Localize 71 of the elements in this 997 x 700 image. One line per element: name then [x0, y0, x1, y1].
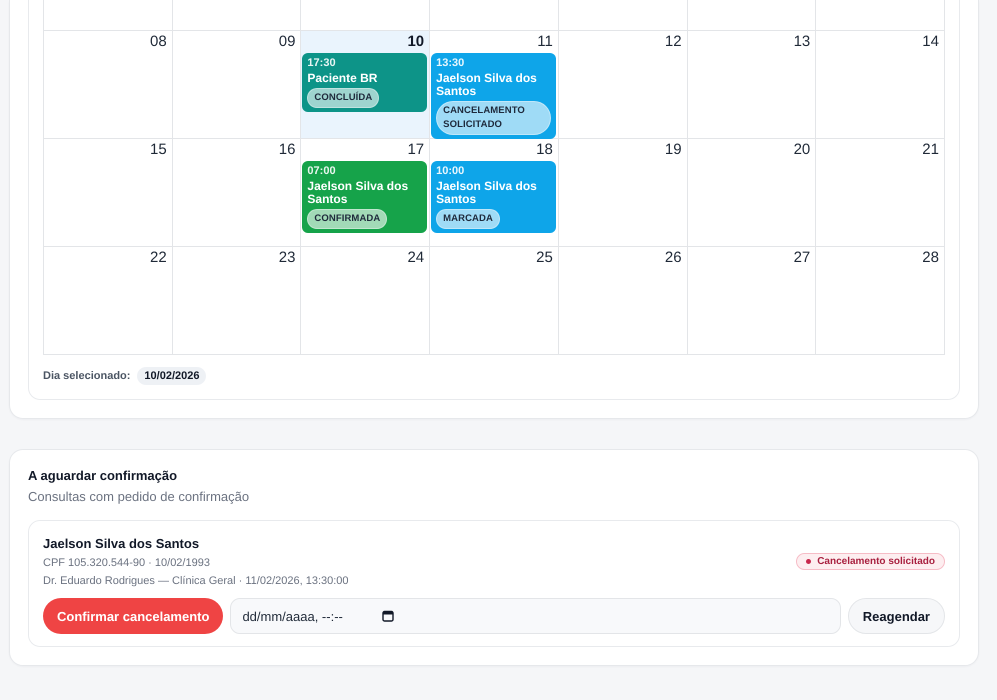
patient-name: Jaelson Silva dos Santos	[43, 535, 200, 552]
day-cell[interactable]: 10 17:30 Paciente BR CONCLUÍDA	[301, 31, 430, 139]
day-number: 15	[150, 141, 167, 159]
day-cell[interactable]: 13	[688, 31, 816, 139]
day-cell[interactable]: 16	[172, 139, 302, 247]
day-number: 19	[664, 141, 682, 159]
day-number: 08	[150, 33, 167, 51]
section-title: A aguardar confirmação	[28, 467, 178, 485]
patient-details: CPF 105.320.544-90 · 10/02/1993	[43, 556, 211, 570]
day-number: 11	[537, 33, 553, 51]
day-number: 26	[664, 249, 682, 267]
appointment-card[interactable]: 17:30 Paciente BR CONCLUÍDA	[302, 53, 428, 112]
status-badge: CONFIRMADA	[307, 209, 388, 229]
day-cell[interactable]: 17 07:00 Jaelson Silva dos Santos CONFIRMADA	[301, 139, 430, 247]
day-cell[interactable]: 20	[688, 139, 816, 247]
day-cell[interactable]: 21	[816, 139, 945, 247]
day-number: 16	[278, 141, 296, 159]
status-badge: CONCLUÍDA	[307, 88, 380, 108]
day-cell[interactable]: 11 13:30 Jaelson Silva dos Santos CANCELAMENTO SOLICITADO	[430, 31, 559, 139]
selected-date-label: Dia selecionado:	[43, 370, 130, 382]
day-number: 10	[407, 33, 424, 51]
day-cell[interactable]: 08	[44, 31, 173, 139]
day-cell[interactable]: 28	[816, 247, 945, 355]
status-badge: CANCELAMENTO SOLICITADO	[436, 101, 551, 135]
day-number: 23	[278, 249, 296, 267]
status-dot-icon	[806, 559, 812, 564]
status-text: Cancelamento solicitado	[817, 556, 935, 567]
day-number: 13	[794, 33, 810, 51]
day-cell[interactable]: 18 10:00 Jaelson Silva dos Santos MARCADA	[430, 139, 559, 247]
day-number: 20	[794, 141, 810, 159]
appointment-card[interactable]: 10:00 Jaelson Silva dos Santos MARCADA	[431, 161, 556, 233]
day-cell[interactable]: 19	[558, 139, 688, 247]
day-number: 28	[922, 249, 939, 267]
selected-date-badge: 10/02/2026	[137, 367, 206, 385]
day-number: 18	[536, 141, 553, 159]
patient-name: Jaelson Silva dos Santos	[436, 72, 538, 98]
appointment-time: 13:30	[436, 57, 464, 70]
day-number: 27	[794, 249, 810, 267]
appointment-card[interactable]: 07:00 Jaelson Silva dos Santos CONFIRMADA	[302, 161, 428, 233]
day-cell[interactable]: 12	[558, 31, 688, 139]
day-number: 12	[664, 33, 682, 51]
day-cell[interactable]: 22	[44, 247, 173, 355]
status-badge: MARCADA	[436, 209, 500, 229]
day-number: 09	[278, 33, 296, 51]
confirm-cancellation-button[interactable]: Confirmar cancelamento	[43, 598, 224, 634]
day-number: 24	[407, 249, 424, 267]
appointment-time: 17:30	[307, 57, 336, 70]
patient-name: Paciente BR	[307, 72, 378, 85]
day-number: 25	[536, 249, 553, 267]
day-cell[interactable]: 26	[558, 247, 688, 355]
day-number: 14	[922, 33, 939, 51]
appointment-time: 07:00	[307, 165, 336, 178]
patient-name: Jaelson Silva dos Santos	[436, 180, 538, 206]
day-cell[interactable]: 14	[816, 31, 945, 139]
day-cell[interactable]: 24	[301, 247, 430, 355]
day-cell[interactable]: 09	[172, 31, 302, 139]
day-cell[interactable]: 23	[172, 247, 302, 355]
datetime-field[interactable]: dd/mm/aaaa, --:--	[230, 598, 841, 634]
day-cell[interactable]: 25	[430, 247, 559, 355]
calendar-icon[interactable]	[382, 610, 394, 622]
day-number: 22	[150, 249, 167, 267]
appointment-time: 10:00	[436, 165, 464, 178]
day-number: 17	[407, 141, 424, 159]
day-cell[interactable]: 15	[44, 139, 173, 247]
patient-name: Jaelson Silva dos Santos	[307, 180, 410, 206]
section-subtitle: Consultas com pedido de confirmação	[28, 488, 250, 506]
appointment-details: Dr. Eduardo Rodrigues — Clínica Geral · 11/02/2026, 13:30:00	[43, 574, 349, 588]
day-number: 21	[922, 141, 939, 159]
day-cell[interactable]: 27	[688, 247, 816, 355]
reschedule-button[interactable]: Reagendar	[848, 598, 945, 634]
appointment-card[interactable]: 13:30 Jaelson Silva dos Santos CANCELAMENTO SOLICITADO	[431, 53, 556, 139]
